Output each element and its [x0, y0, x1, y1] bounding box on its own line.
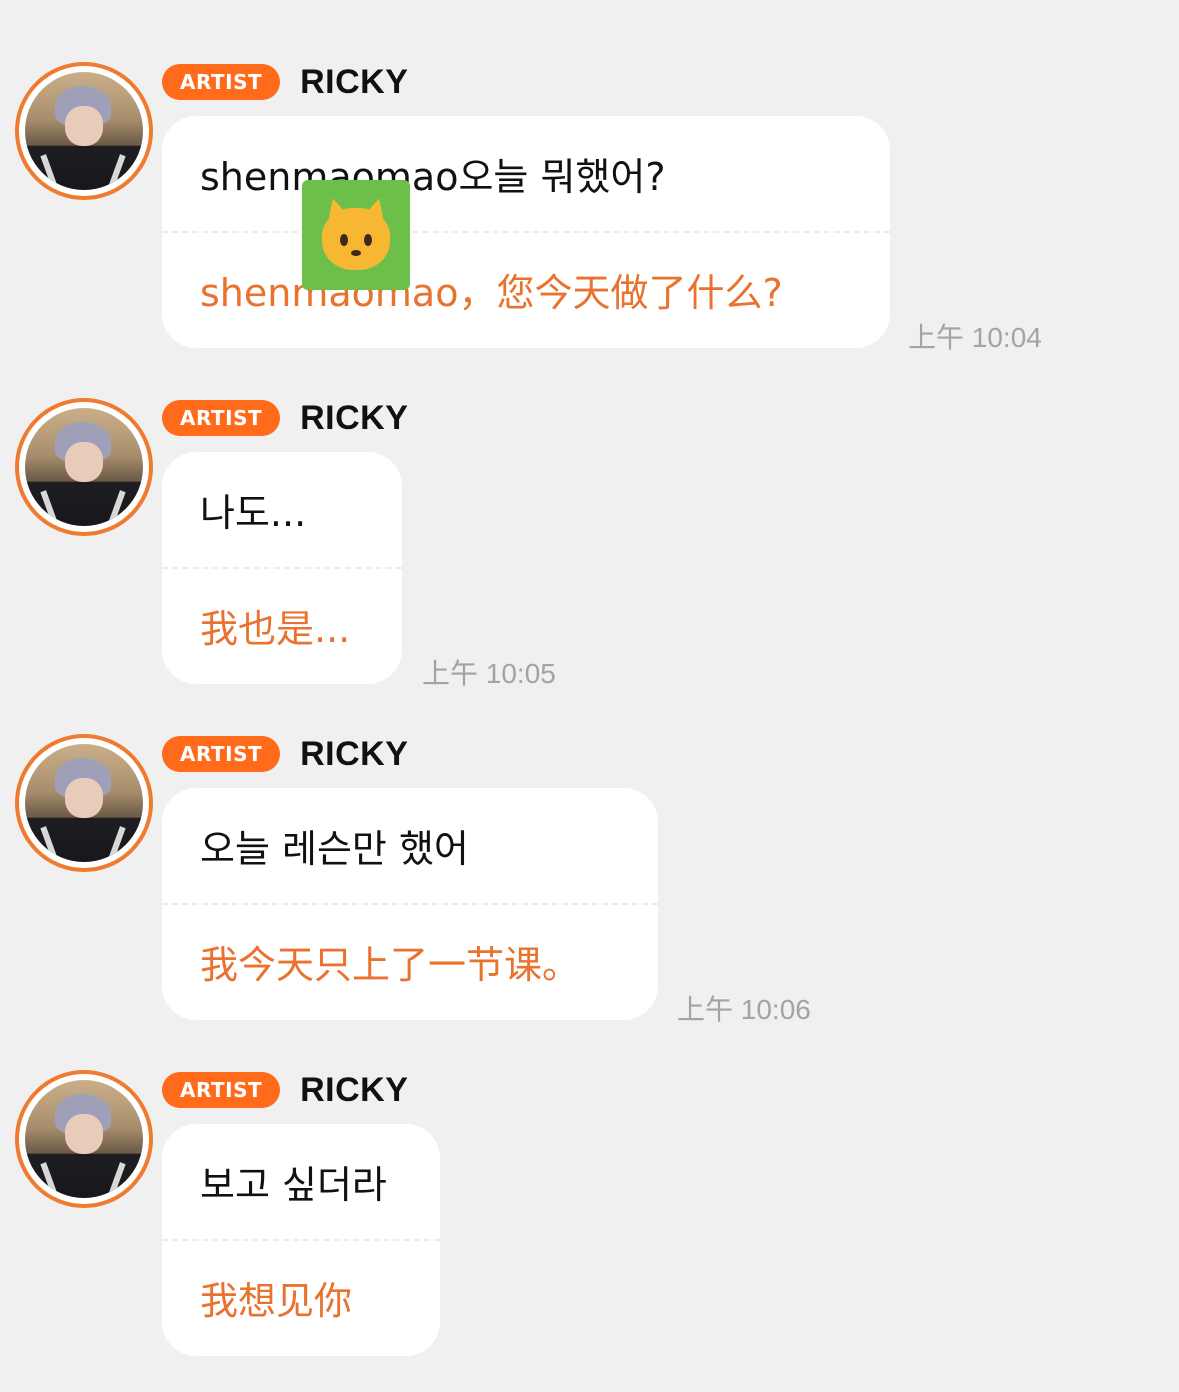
- message-text-original: shenmaomao오늘 뭐했어?: [200, 155, 666, 199]
- translation-divider: [162, 231, 890, 233]
- message-header: ARTIST RICKY: [162, 398, 408, 438]
- avatar[interactable]: [15, 398, 153, 536]
- translation-divider: [162, 1239, 440, 1241]
- sender-name: RICKY: [300, 398, 409, 437]
- message-bubble[interactable]: 오늘 레슨만 했어 我今天只上了一节课。: [162, 788, 658, 1020]
- avatar-photo: [25, 744, 143, 862]
- message-timestamp: 上午 10:05: [422, 658, 556, 689]
- sender-name: RICKY: [300, 1070, 409, 1109]
- avatar[interactable]: [15, 1070, 153, 1208]
- artist-badge: ARTIST: [162, 1072, 281, 1108]
- sender-name: RICKY: [300, 62, 409, 101]
- message-timestamp: 上午 10:06: [677, 994, 811, 1025]
- message-text-original: 보고 싶더라: [200, 1163, 387, 1207]
- cat-face-sticker-icon: [302, 180, 410, 290]
- message-bubble[interactable]: 나도... 我也是...: [162, 452, 402, 684]
- message-text-translation: 我今天只上了一节课。: [200, 943, 581, 987]
- translation-divider: [162, 903, 658, 905]
- message-text-original: 오늘 레슨만 했어: [200, 827, 469, 871]
- avatar[interactable]: [15, 734, 153, 872]
- message-text-translation: 我想见你: [200, 1279, 353, 1323]
- artist-badge: ARTIST: [162, 400, 281, 436]
- message-text-original: 나도...: [200, 491, 307, 535]
- artist-badge: ARTIST: [162, 736, 281, 772]
- message-timestamp: 上午 10:04: [908, 322, 1042, 353]
- translation-divider: [162, 567, 402, 569]
- avatar[interactable]: [15, 62, 153, 200]
- message-text-translation: 我也是...: [200, 607, 351, 651]
- avatar-photo: [25, 72, 143, 190]
- message-header: ARTIST RICKY: [162, 62, 408, 102]
- avatar-photo: [25, 1080, 143, 1198]
- message-bubble[interactable]: shenmaomao오늘 뭐했어? shenmaomao，您今天做了什么?: [162, 116, 890, 348]
- message-text-translation: shenmaomao，您今天做了什么?: [200, 271, 783, 315]
- message-bubble[interactable]: 보고 싶더라 我想见你: [162, 1124, 440, 1356]
- sender-name: RICKY: [300, 734, 409, 773]
- message-header: ARTIST RICKY: [162, 734, 408, 774]
- avatar-photo: [25, 408, 143, 526]
- artist-badge: ARTIST: [162, 64, 281, 100]
- message-header: ARTIST RICKY: [162, 1070, 408, 1110]
